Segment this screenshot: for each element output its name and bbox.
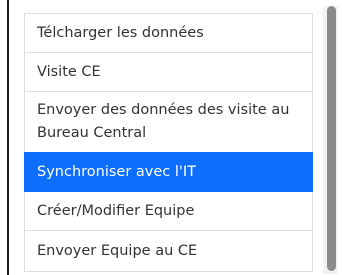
menu-item-telecharger-donnees[interactable]: Télcharger les données (24, 13, 313, 53)
menu-item-synchroniser-it[interactable]: Synchroniser avec l'IT (24, 152, 313, 192)
menu-item-label: Synchroniser avec l'IT (37, 163, 197, 180)
menu-item-label: Télcharger les données (37, 24, 204, 41)
scrollbar-thumb[interactable] (327, 6, 336, 271)
menu-item-label: Envoyer des données des visite au Bureau… (37, 102, 290, 141)
menu-item-creer-modifier-equipe[interactable]: Créer/Modifier Equipe (24, 191, 313, 231)
menu-item-envoyer-donnees-bureau-central[interactable]: Envoyer des données des visite au Bureau… (24, 91, 313, 153)
menu-item-label: Créer/Modifier Equipe (37, 202, 195, 219)
panel-left-border (7, 0, 9, 275)
menu-panel: Télcharger les données Visite CE Envoyer… (0, 0, 342, 275)
menu-item-visite-ce[interactable]: Visite CE (24, 52, 313, 92)
menu-item-label: Envoyer Equipe au CE (37, 242, 198, 259)
menu-item-envoyer-equipe-ce[interactable]: Envoyer Equipe au CE (24, 230, 313, 272)
menu-item-label: Visite CE (37, 63, 101, 80)
menu-list: Télcharger les données Visite CE Envoyer… (24, 13, 313, 272)
